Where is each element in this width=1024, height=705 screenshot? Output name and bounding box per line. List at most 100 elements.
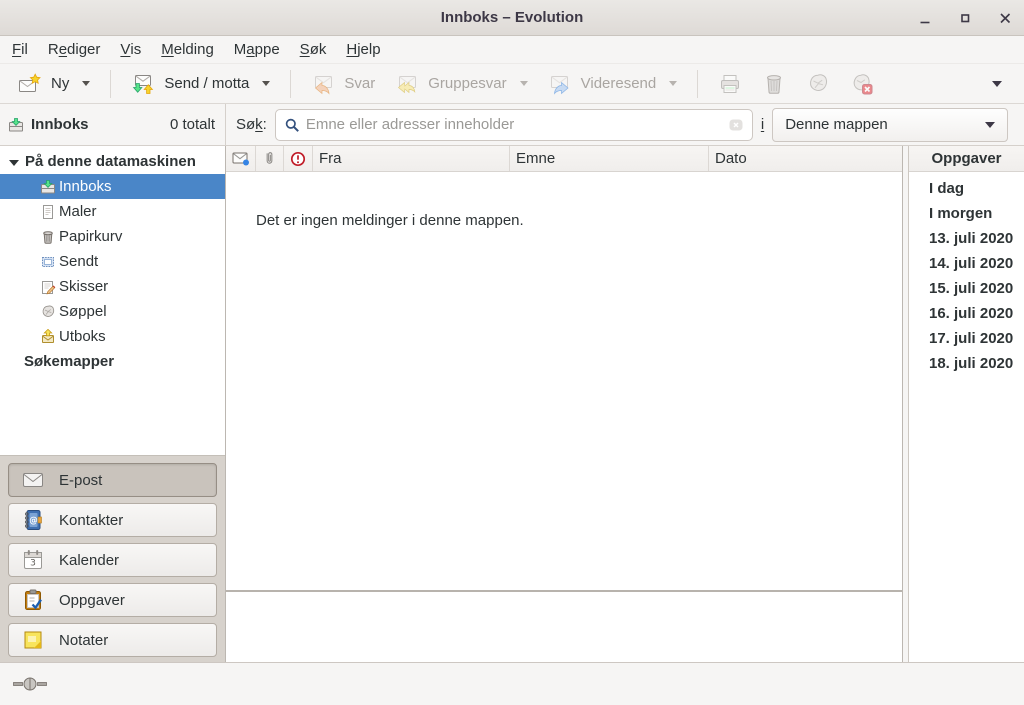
svg-text:3: 3	[30, 559, 36, 569]
from-column-header[interactable]: Fra	[313, 146, 510, 171]
folder-message-count: 0 totalt	[170, 116, 215, 133]
new-message-label: Ny	[51, 75, 69, 92]
titlebar: Innboks – Evolution	[0, 0, 1024, 36]
folder-item-papirkurv[interactable]: Papirkurv	[0, 224, 225, 249]
inbox-icon	[8, 117, 24, 133]
close-button[interactable]	[994, 7, 1016, 29]
main-area: På denne datamaskinen Innboks Maler	[0, 146, 1024, 662]
folder-label: Sendt	[59, 253, 98, 270]
dropdown-arrow-icon[interactable]	[82, 81, 90, 86]
search-entry	[275, 109, 753, 141]
folder-item-skisser[interactable]: Skisser	[0, 274, 225, 299]
switcher-memos-button[interactable]: Notater	[8, 623, 217, 657]
subject-column-header[interactable]: Emne	[510, 146, 709, 171]
task-list: I dag I morgen 13. juli 2020 14. juli 20…	[909, 172, 1024, 662]
folder-item-sendt[interactable]: Sendt	[0, 249, 225, 274]
switcher-tasks-button[interactable]: Oppgaver	[8, 583, 217, 617]
search-folders-node[interactable]: Søkemapper	[0, 349, 225, 374]
mark-not-junk-button[interactable]	[840, 67, 884, 101]
search-folders-label: Søkemapper	[24, 353, 114, 370]
empty-folder-text: Det er ingen meldinger i denne mappen.	[256, 212, 524, 229]
send-receive-button[interactable]: Send / motta	[121, 67, 280, 101]
toolbar-separator	[697, 70, 698, 98]
delete-icon	[762, 72, 786, 96]
mark-junk-button[interactable]	[796, 67, 840, 101]
attachment-icon	[262, 151, 277, 166]
message-list[interactable]: Det er ingen meldinger i denne mappen.	[226, 172, 902, 590]
dropdown-arrow-icon[interactable]	[262, 81, 270, 86]
task-group-today[interactable]: I dag	[909, 176, 1024, 201]
task-group-date[interactable]: 14. juli 2020	[909, 251, 1024, 276]
menu-vis[interactable]: Vis	[110, 36, 151, 63]
window-title: Innboks – Evolution	[441, 9, 584, 26]
attachment-column-header[interactable]	[256, 146, 284, 171]
expander-icon[interactable]	[9, 160, 19, 166]
message-status-icon	[232, 151, 250, 166]
search-input[interactable]	[306, 116, 722, 133]
online-status-icon	[13, 676, 47, 692]
switcher-mail-button[interactable]: E-post	[8, 463, 217, 497]
task-group-tomorrow[interactable]: I morgen	[909, 201, 1024, 226]
print-button[interactable]	[708, 67, 752, 101]
mail-icon	[21, 468, 45, 492]
folder-label: Maler	[59, 203, 97, 220]
toolbar: Ny Send / motta Svar Gruppesvar	[0, 64, 1024, 104]
menu-melding[interactable]: Melding	[151, 36, 224, 63]
message-status-column-header[interactable]	[226, 146, 256, 171]
switcher-label: Kontakter	[59, 512, 123, 529]
task-group-date[interactable]: 15. juli 2020	[909, 276, 1024, 301]
toolbar-overflow-button[interactable]	[974, 67, 1016, 101]
forward-button[interactable]: Videresend	[538, 67, 688, 101]
toolbar-separator	[290, 70, 291, 98]
message-list-header: Fra Emne Dato	[226, 146, 902, 172]
task-group-date[interactable]: 18. juli 2020	[909, 351, 1024, 376]
folder-tree: På denne datamaskinen Innboks Maler	[0, 146, 225, 455]
menu-rediger[interactable]: Rediger	[38, 36, 111, 63]
maximize-button[interactable]	[954, 7, 976, 29]
preview-pane	[226, 592, 902, 662]
clear-search-icon[interactable]	[728, 117, 744, 133]
switcher-label: Kalender	[59, 552, 119, 569]
contacts-icon: @	[21, 508, 45, 532]
menu-mappe[interactable]: Mappe	[224, 36, 290, 63]
statusbar	[0, 662, 1024, 705]
menu-hjelp[interactable]: Hjelp	[336, 36, 390, 63]
reply-button[interactable]: Svar	[301, 67, 385, 101]
switcher-contacts-button[interactable]: @ Kontakter	[8, 503, 217, 537]
account-node-on-this-computer[interactable]: På denne datamaskinen	[0, 149, 225, 174]
switcher-calendar-button[interactable]: 3 Kalender	[8, 543, 217, 577]
task-group-date[interactable]: 13. juli 2020	[909, 226, 1024, 251]
folder-item-utboks[interactable]: Utboks	[0, 324, 225, 349]
message-list-pane: Fra Emne Dato Det er ingen meldinger i d…	[226, 146, 903, 662]
delete-button[interactable]	[752, 67, 796, 101]
forward-label: Videresend	[581, 75, 657, 92]
templates-icon	[40, 204, 56, 220]
menu-sok[interactable]: Søk	[290, 36, 337, 63]
search-scope-dropdown[interactable]: Denne mappen	[772, 108, 1008, 142]
sent-icon	[40, 254, 56, 270]
task-group-date[interactable]: 16. juli 2020	[909, 301, 1024, 326]
new-message-button[interactable]: Ny	[8, 67, 100, 101]
dropdown-arrow-icon[interactable]	[669, 81, 677, 86]
window-controls	[914, 0, 1016, 35]
column-label: Dato	[715, 150, 747, 167]
send-receive-icon	[131, 72, 155, 96]
folder-item-soppel[interactable]: Søppel	[0, 299, 225, 324]
group-reply-button[interactable]: Gruppesvar	[385, 67, 537, 101]
minimize-button[interactable]	[914, 7, 936, 29]
task-group-date[interactable]: 17. juli 2020	[909, 326, 1024, 351]
folder-item-innboks[interactable]: Innboks	[0, 174, 225, 199]
priority-column-header[interactable]	[284, 146, 313, 171]
task-pane-header: Oppgaver	[909, 146, 1024, 172]
folder-item-maler[interactable]: Maler	[0, 199, 225, 224]
folder-header: Innboks 0 totalt	[0, 104, 226, 145]
search-label: Søk:	[236, 116, 267, 133]
search-scope-label: i	[761, 116, 764, 133]
tasks-icon	[21, 588, 45, 612]
current-folder-name: Innboks	[31, 116, 89, 133]
dropdown-arrow-icon[interactable]	[520, 81, 528, 86]
date-column-header[interactable]: Dato	[709, 146, 902, 171]
folder-label: Søppel	[59, 303, 107, 320]
menu-fil[interactable]: Fil	[2, 36, 38, 63]
online-status-button[interactable]	[13, 676, 47, 692]
